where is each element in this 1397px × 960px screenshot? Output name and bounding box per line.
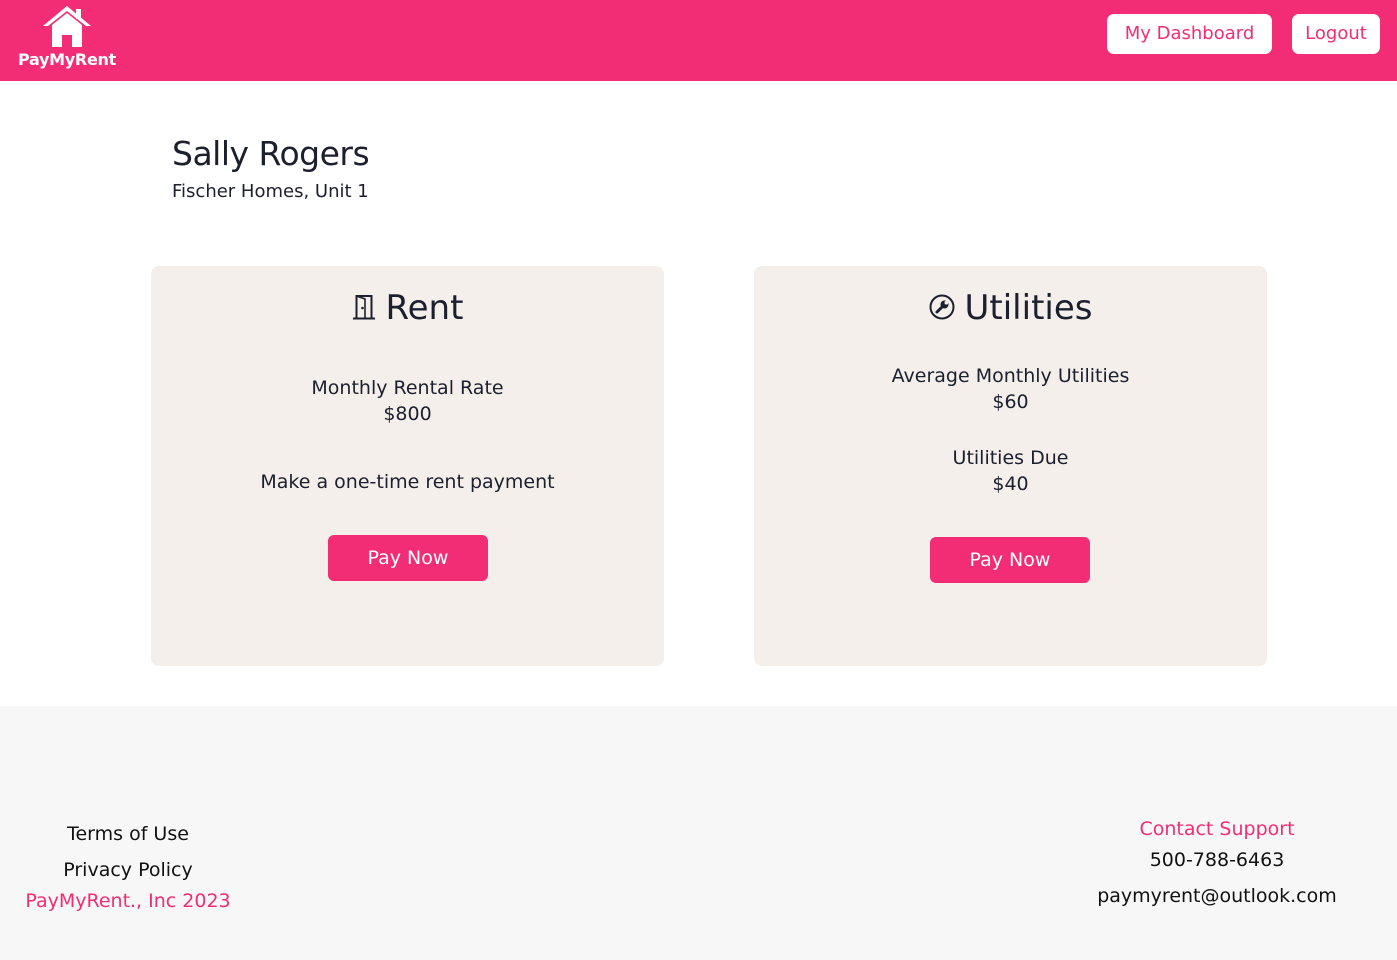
my-dashboard-button[interactable]: My Dashboard xyxy=(1107,14,1272,54)
one-time-payment-label: Make a one-time rent payment xyxy=(260,471,555,493)
top-navbar: PayMyRent My Dashboard Logout xyxy=(0,0,1397,81)
footer: Terms of Use Privacy Policy PayMyRent., … xyxy=(0,706,1397,960)
average-monthly-utilities: Average Monthly Utilities $60 xyxy=(754,363,1267,415)
utilities-card-title: Utilities xyxy=(754,288,1267,328)
pay-utilities-button[interactable]: Pay Now xyxy=(930,537,1090,583)
home-logo-link[interactable]: PayMyRent xyxy=(14,4,120,72)
logo-text: PayMyRent xyxy=(18,50,116,69)
utilities-due: Utilities Due $40 xyxy=(754,445,1267,497)
wrench-circle-icon xyxy=(929,294,955,320)
utilities-title-text: Utilities xyxy=(964,288,1093,328)
copyright-text: PayMyRent., Inc 2023 xyxy=(25,890,231,912)
tenant-unit: Fischer Homes, Unit 1 xyxy=(172,181,369,202)
rent-card-title: Rent xyxy=(151,288,664,328)
support-phone: 500-788-6463 xyxy=(1149,849,1285,871)
rent-card: Rent Monthly Rental Rate $800 Make a one… xyxy=(151,266,664,666)
one-time-payment-text: Make a one-time rent payment xyxy=(151,469,664,495)
contact-support-link[interactable]: Contact Support xyxy=(1097,818,1337,840)
utilities-due-label: Utilities Due xyxy=(952,447,1069,469)
monthly-rental-rate-label: Monthly Rental Rate xyxy=(311,377,504,399)
door-icon xyxy=(352,294,376,320)
privacy-policy-link[interactable]: Privacy Policy xyxy=(28,859,228,881)
support-email: paymyrent@outlook.com xyxy=(1097,885,1337,907)
logout-button[interactable]: Logout xyxy=(1292,14,1380,54)
pay-rent-button[interactable]: Pay Now xyxy=(328,535,488,581)
average-monthly-utilities-value: $60 xyxy=(992,391,1029,413)
house-icon xyxy=(14,4,120,48)
tenant-name: Sally Rogers xyxy=(172,134,370,173)
monthly-rental-rate-value: $800 xyxy=(383,403,432,425)
average-monthly-utilities-label: Average Monthly Utilities xyxy=(891,365,1130,387)
rent-title-text: Rent xyxy=(385,288,464,328)
utilities-due-value: $40 xyxy=(992,473,1029,495)
utilities-card: Utilities Average Monthly Utilities $60 … xyxy=(754,266,1267,666)
terms-of-use-link[interactable]: Terms of Use xyxy=(28,823,228,845)
monthly-rental-rate: Monthly Rental Rate $800 xyxy=(151,375,664,427)
